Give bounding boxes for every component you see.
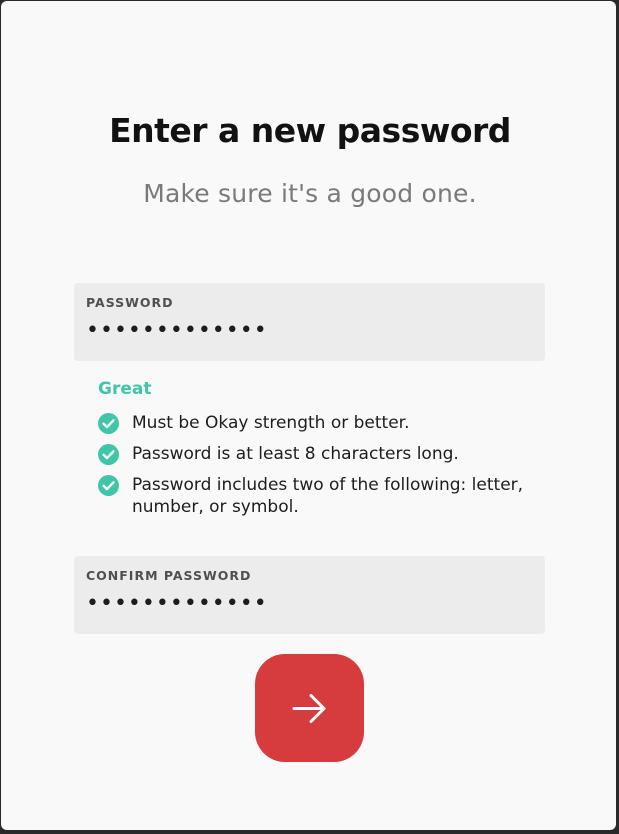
requirement-text: Password includes two of the following: … (132, 475, 524, 517)
password-field[interactable]: PASSWORD ••••••••••••• (74, 283, 545, 361)
confirm-password-input[interactable]: ••••••••••••• (86, 592, 533, 616)
check-circle-icon (98, 475, 119, 496)
password-input[interactable]: ••••••••••••• (86, 319, 533, 343)
requirement-text: Must be Okay strength or better. (132, 413, 410, 433)
reset-password-panel: Enter a new password Make sure it's a go… (1, 1, 616, 830)
confirm-password-field[interactable]: CONFIRM PASSWORD ••••••••••••• (74, 556, 545, 634)
arrow-right-icon (292, 694, 326, 723)
page-title: Enter a new password (109, 111, 511, 150)
requirement-item: Password includes two of the following: … (98, 474, 538, 518)
requirement-item: Password is at least 8 characters long. (98, 443, 538, 465)
password-strength-label: Great (98, 379, 152, 399)
page-subtitle: Make sure it's a good one. (143, 179, 477, 208)
check-circle-icon (98, 413, 119, 434)
submit-button[interactable] (255, 654, 364, 762)
password-requirements-list: Must be Okay strength or better. Passwor… (98, 412, 538, 527)
password-field-label: PASSWORD (86, 295, 174, 310)
requirement-text: Password is at least 8 characters long. (132, 444, 459, 464)
check-circle-icon (98, 444, 119, 465)
requirement-item: Must be Okay strength or better. (98, 412, 538, 434)
confirm-password-field-label: CONFIRM PASSWORD (86, 568, 252, 583)
